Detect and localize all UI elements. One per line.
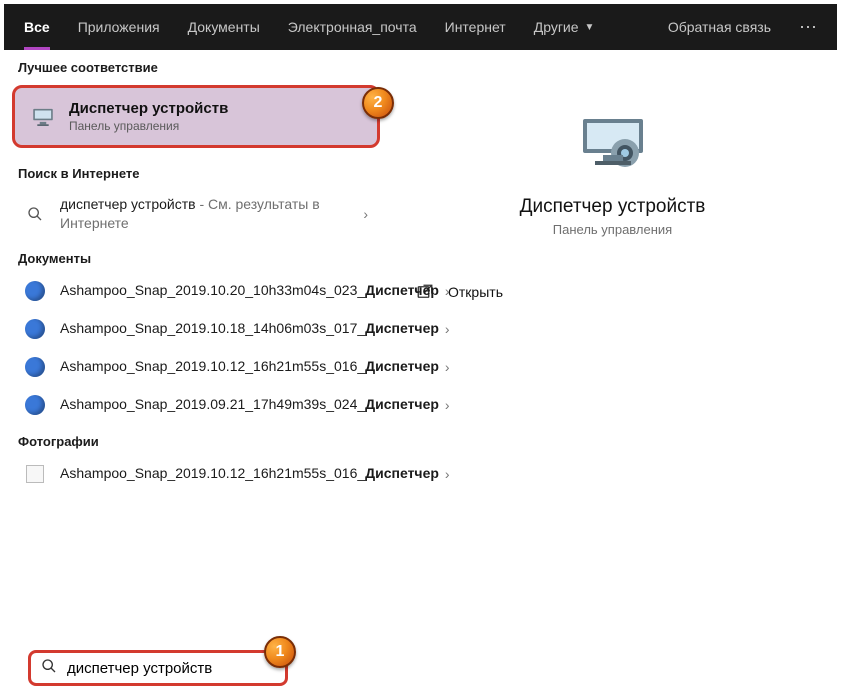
- open-label: Открыть: [448, 284, 503, 300]
- section-photos: Фотографии: [4, 424, 388, 455]
- tab-email[interactable]: Электронная_почта: [276, 4, 429, 50]
- preview-subtitle: Панель управления: [553, 222, 672, 237]
- chevron-right-icon[interactable]: ›: [439, 397, 456, 413]
- preview-title: Диспетчер устройств: [520, 196, 706, 218]
- section-documents: Документы: [4, 241, 388, 272]
- device-manager-icon: [566, 110, 660, 180]
- chevron-right-icon[interactable]: ›: [439, 466, 456, 482]
- document-title: Ashampoo_Snap_2019.09.21_17h49m39s_024_Д…: [60, 395, 439, 414]
- chevron-right-icon[interactable]: ›: [439, 359, 456, 375]
- tab-all[interactable]: Все: [12, 4, 62, 50]
- document-result[interactable]: Ashampoo_Snap_2019.10.18_14h06m03s_017_Д…: [4, 310, 388, 348]
- document-icon: [24, 356, 46, 378]
- document-title: Ashampoo_Snap_2019.10.20_10h33m04s_023_Д…: [60, 281, 439, 300]
- photo-title: Ashampoo_Snap_2019.10.12_16h21m55s_016_Д…: [60, 464, 439, 483]
- device-manager-icon: [29, 103, 57, 131]
- results-list: Лучшее соответствие Диспетчер устройств …: [4, 50, 388, 648]
- annotation-step-1: 1: [264, 636, 296, 668]
- chevron-down-icon: ▼: [585, 22, 595, 33]
- search-icon: [24, 203, 46, 225]
- search-input-container[interactable]: [28, 650, 288, 686]
- document-icon: [24, 394, 46, 416]
- web-search-result[interactable]: диспетчер устройств - См. результаты в И…: [4, 187, 388, 241]
- more-menu-button[interactable]: ⋯: [787, 17, 829, 38]
- feedback-link[interactable]: Обратная связь: [656, 19, 783, 35]
- document-title: Ashampoo_Snap_2019.10.18_14h06m03s_017_Д…: [60, 319, 439, 338]
- tab-more-label: Другие: [534, 19, 579, 35]
- best-match-title: Диспетчер устройств: [69, 100, 228, 117]
- tab-documents[interactable]: Документы: [176, 4, 272, 50]
- document-title: Ashampoo_Snap_2019.10.12_16h21m55s_016_Д…: [60, 357, 439, 376]
- web-result-text: диспетчер устройств - См. результаты в И…: [60, 195, 357, 233]
- document-icon: [24, 280, 46, 302]
- best-match-subtitle: Панель управления: [69, 119, 228, 133]
- tab-apps[interactable]: Приложения: [66, 4, 172, 50]
- photo-icon: [24, 463, 46, 485]
- search-icon: [41, 658, 57, 679]
- chevron-right-icon[interactable]: ›: [439, 321, 456, 337]
- document-result[interactable]: Ashampoo_Snap_2019.09.21_17h49m39s_024_Д…: [4, 386, 388, 424]
- section-web: Поиск в Интернете: [4, 156, 388, 187]
- search-scope-tabs: Все Приложения Документы Электронная_поч…: [4, 4, 837, 50]
- section-best-match: Лучшее соответствие: [4, 50, 388, 81]
- tab-internet[interactable]: Интернет: [433, 4, 518, 50]
- tab-more-scopes[interactable]: Другие ▼: [522, 4, 607, 50]
- photo-result[interactable]: Ashampoo_Snap_2019.10.12_16h21m55s_016_Д…: [4, 455, 388, 493]
- document-icon: [24, 318, 46, 340]
- search-input[interactable]: [67, 660, 275, 677]
- best-match-result[interactable]: Диспетчер устройств Панель управления: [12, 85, 380, 148]
- document-result[interactable]: Ashampoo_Snap_2019.10.12_16h21m55s_016_Д…: [4, 348, 388, 386]
- chevron-right-icon[interactable]: ›: [357, 206, 374, 222]
- annotation-step-2: 2: [362, 87, 394, 119]
- document-result[interactable]: Ashampoo_Snap_2019.10.20_10h33m04s_023_Д…: [4, 272, 388, 310]
- preview-pane: Диспетчер устройств Панель управления От…: [388, 50, 837, 648]
- chevron-right-icon[interactable]: ›: [439, 283, 456, 299]
